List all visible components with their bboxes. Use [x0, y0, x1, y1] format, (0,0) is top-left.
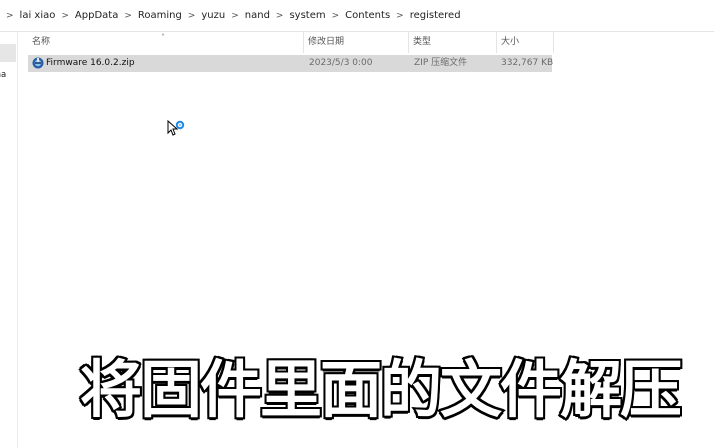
zip-archive-icon — [32, 57, 44, 69]
file-date: 2023/5/3 0:00 — [309, 58, 373, 68]
breadcrumb-separator: > — [6, 10, 14, 21]
breadcrumb-item-roaming[interactable]: Roaming — [138, 10, 182, 21]
breadcrumb-separator[interactable]: > — [231, 11, 239, 21]
column-header-name-label: 名称 — [32, 37, 51, 47]
column-header-name[interactable]: 名称 ˄ — [28, 31, 304, 53]
breadcrumb-separator[interactable]: > — [124, 11, 132, 21]
breadcrumb-item-system[interactable]: system — [289, 10, 325, 21]
breadcrumb[interactable]: > lai xiao > AppData > Roaming > yuzu > … — [0, 0, 714, 32]
column-header-size-label: 大小 — [501, 37, 520, 47]
file-explorer-window: > lai xiao > AppData > Roaming > yuzu > … — [0, 0, 714, 448]
column-header-type-label: 类型 — [413, 37, 432, 47]
file-name: Firmware 16.0.2.zip — [46, 58, 135, 68]
breadcrumb-separator[interactable]: > — [188, 11, 196, 21]
column-header-row: 名称 ˄ 修改日期 类型 大小 — [28, 31, 554, 53]
breadcrumb-separator[interactable]: > — [276, 11, 284, 21]
breadcrumb-item-yuzu[interactable]: yuzu — [201, 10, 225, 21]
column-header-date-label: 修改日期 — [308, 37, 345, 47]
mouse-cursor-busy-icon — [167, 119, 185, 136]
column-header-date[interactable]: 修改日期 — [304, 31, 409, 53]
file-row[interactable]: Firmware 16.0.2.zip 2023/5/3 0:00 ZIP 压缩… — [28, 55, 554, 72]
breadcrumb-item-lai-xiao[interactable]: lai xiao — [20, 10, 56, 21]
breadcrumb-separator[interactable]: > — [332, 11, 340, 21]
breadcrumb-item-registered[interactable]: registered — [410, 10, 461, 21]
nav-item-selected[interactable] — [0, 44, 16, 62]
sort-ascending-icon: ˄ — [161, 33, 165, 42]
breadcrumb-separator[interactable]: > — [396, 11, 404, 21]
breadcrumb-separator[interactable]: > — [61, 11, 69, 21]
file-type: ZIP 压缩文件 — [414, 58, 468, 68]
breadcrumb-item-appdata[interactable]: AppData — [75, 10, 118, 21]
nav-item-label[interactable]: sona — [0, 70, 6, 80]
file-size: 332,767 KB — [501, 58, 554, 68]
column-header-size[interactable]: 大小 — [497, 31, 554, 53]
navigation-pane[interactable]: sona — [0, 31, 18, 448]
column-header-type[interactable]: 类型 — [409, 31, 497, 53]
video-subtitle: 将固件里面的文件解压 — [78, 351, 684, 428]
breadcrumb-item-contents[interactable]: Contents — [345, 10, 390, 21]
breadcrumb-item-nand[interactable]: nand — [245, 10, 270, 21]
